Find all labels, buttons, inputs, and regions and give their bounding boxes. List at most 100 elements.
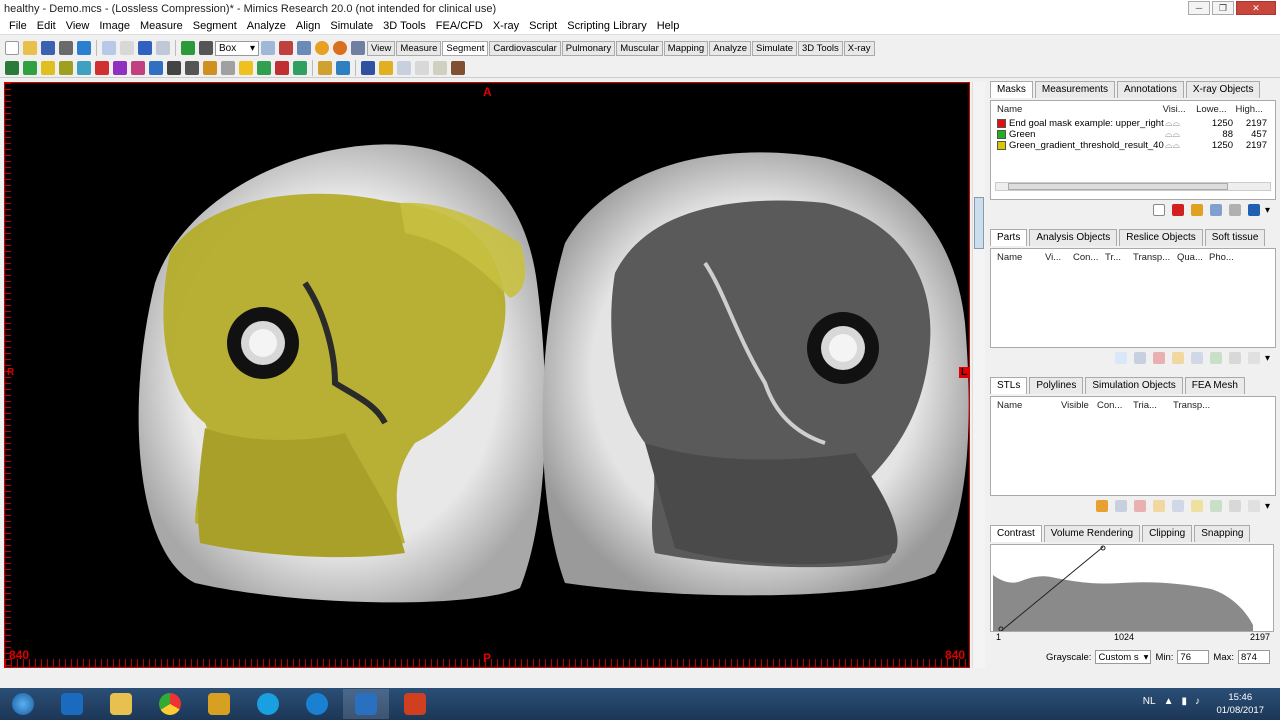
morphology-icon[interactable] xyxy=(149,60,163,75)
edit-icon[interactable] xyxy=(1228,204,1241,216)
tab-measurements[interactable]: Measurements xyxy=(1034,81,1116,98)
tab-reslice-objects[interactable]: Reslice Objects xyxy=(1119,229,1203,246)
menu-help[interactable]: Help xyxy=(652,20,685,32)
taskbar-app[interactable] xyxy=(196,689,242,719)
taskbar-explorer[interactable] xyxy=(98,689,144,719)
col-visible[interactable]: Visi... xyxy=(1163,104,1197,115)
delete-icon[interactable] xyxy=(1171,204,1184,216)
tab-volume-rendering[interactable]: Volume Rendering xyxy=(1043,525,1141,542)
tab-snapping[interactable]: Snapping xyxy=(1194,525,1251,542)
shield-icon[interactable] xyxy=(1247,204,1260,216)
tab-simulation-objects[interactable]: Simulation Objects xyxy=(1085,377,1183,394)
menu-xray[interactable]: X-ray xyxy=(488,20,524,32)
taskbar-mimics[interactable] xyxy=(343,689,389,719)
edit-mask-icon[interactable] xyxy=(113,60,127,75)
tab-analyze[interactable]: Analyze xyxy=(709,40,752,56)
glasses-icon[interactable]: ⌓⌓ xyxy=(1165,118,1195,129)
import-icon[interactable] xyxy=(77,41,91,55)
delete-icon[interactable] xyxy=(1152,352,1165,364)
tab-contrast[interactable]: Contrast xyxy=(990,525,1042,542)
menu-3d-tools[interactable]: 3D Tools xyxy=(378,20,431,32)
tab-mapping[interactable]: Mapping xyxy=(663,40,709,56)
copy-icon[interactable] xyxy=(1114,500,1127,512)
col-contour[interactable]: Con... xyxy=(1073,252,1105,263)
threshold-icon[interactable] xyxy=(5,60,19,75)
image-viewport[interactable]: A P R L 840 840 xyxy=(4,82,970,668)
masks-hscrollbar[interactable] xyxy=(995,182,1271,191)
taskbar-outlook[interactable] xyxy=(49,689,95,719)
paste-icon[interactable] xyxy=(120,41,134,55)
grayscale-select[interactable]: Custom s ▾ xyxy=(1095,650,1152,664)
pencil-icon[interactable] xyxy=(167,60,181,75)
print-icon[interactable] xyxy=(59,41,73,55)
lasso-icon[interactable] xyxy=(131,60,145,75)
col-visible[interactable]: Vi... xyxy=(1045,252,1073,263)
col-lower[interactable]: Lowe... xyxy=(1196,104,1235,115)
crop-icon[interactable] xyxy=(433,60,447,75)
chevron-down-icon[interactable]: ▾ xyxy=(1265,353,1270,364)
annotate-icon[interactable] xyxy=(415,60,429,75)
new-mask-icon[interactable] xyxy=(1152,204,1165,216)
tab-measure[interactable]: Measure xyxy=(396,40,442,56)
tab-clipping[interactable]: Clipping xyxy=(1142,525,1193,542)
tab-polylines[interactable]: Polylines xyxy=(1029,377,1084,394)
brush-icon[interactable] xyxy=(185,60,199,75)
taskbar-powerpoint[interactable] xyxy=(392,689,438,719)
merge-icon[interactable] xyxy=(1190,500,1203,512)
col-name[interactable]: Name xyxy=(997,104,1163,115)
taskbar-skype-business[interactable] xyxy=(294,689,340,719)
tab-annotations[interactable]: Annotations xyxy=(1117,81,1184,98)
settings-icon[interactable] xyxy=(333,41,347,55)
menu-view[interactable]: View xyxy=(61,20,95,32)
menu-file[interactable]: File xyxy=(4,20,32,32)
dynamic-region-icon[interactable] xyxy=(41,60,55,75)
export-icon[interactable] xyxy=(336,60,350,75)
calculate-part-icon[interactable] xyxy=(275,60,289,75)
viewport-scrollbar[interactable] xyxy=(972,82,985,668)
col-name[interactable]: Name xyxy=(997,400,1061,411)
col-higher[interactable]: High... xyxy=(1235,104,1269,115)
tab-muscular[interactable]: Muscular xyxy=(616,40,663,56)
smart-fill-icon[interactable] xyxy=(77,60,91,75)
undo-icon[interactable] xyxy=(138,41,152,55)
tab-view[interactable]: View xyxy=(367,40,396,56)
duplicate-icon[interactable] xyxy=(1190,204,1203,216)
zoom-mode-select[interactable]: Box ▾ xyxy=(215,40,259,56)
max-input[interactable] xyxy=(1238,650,1270,664)
tab-pulmonary[interactable]: Pulmonary xyxy=(561,40,616,56)
language-indicator[interactable]: NL xyxy=(1143,696,1156,707)
menu-analyze[interactable]: Analyze xyxy=(242,20,291,32)
region-grow-icon[interactable] xyxy=(23,60,37,75)
rotate-icon[interactable] xyxy=(181,41,195,55)
zoom-fit-icon[interactable] xyxy=(297,41,311,55)
menu-simulate[interactable]: Simulate xyxy=(325,20,378,32)
network-icon[interactable]: ▮ xyxy=(1181,696,1187,707)
interpolate-icon[interactable] xyxy=(221,60,235,75)
split-icon[interactable] xyxy=(1190,352,1203,364)
eraser-icon[interactable] xyxy=(203,60,217,75)
shield-icon[interactable] xyxy=(361,60,375,75)
boolean-icon[interactable] xyxy=(257,60,271,75)
tag-icon[interactable] xyxy=(379,60,393,75)
scrollbar-thumb[interactable] xyxy=(974,197,984,249)
tab-stls[interactable]: STLs xyxy=(990,377,1028,394)
col-phong[interactable]: Pho... xyxy=(1209,252,1239,263)
pan-icon[interactable] xyxy=(199,41,213,55)
col-contour[interactable]: Con... xyxy=(1097,400,1133,411)
menu-fea-cfd[interactable]: FEA/CFD xyxy=(431,20,488,32)
open-folder-icon[interactable] xyxy=(23,41,37,55)
load-stl-icon[interactable] xyxy=(1095,500,1108,512)
split-icon[interactable] xyxy=(1171,500,1184,512)
col-transparency[interactable]: Transp... xyxy=(1173,400,1217,411)
tray-arrow-icon[interactable]: ▲ xyxy=(1164,696,1174,707)
volume-icon[interactable]: ♪ xyxy=(1195,696,1200,707)
menu-scripting-library[interactable]: Scripting Library xyxy=(562,20,651,32)
chevron-down-icon[interactable]: ▾ xyxy=(1265,501,1270,512)
duplicate-icon[interactable] xyxy=(1171,352,1184,364)
tab-segment[interactable]: Segment xyxy=(442,40,489,56)
col-name[interactable]: Name xyxy=(997,252,1045,263)
redo-icon[interactable] xyxy=(156,41,170,55)
copy-icon[interactable] xyxy=(1133,352,1146,364)
tab-cardiovascular[interactable]: Cardiovascular xyxy=(489,40,561,56)
wrap-icon[interactable] xyxy=(293,60,307,75)
